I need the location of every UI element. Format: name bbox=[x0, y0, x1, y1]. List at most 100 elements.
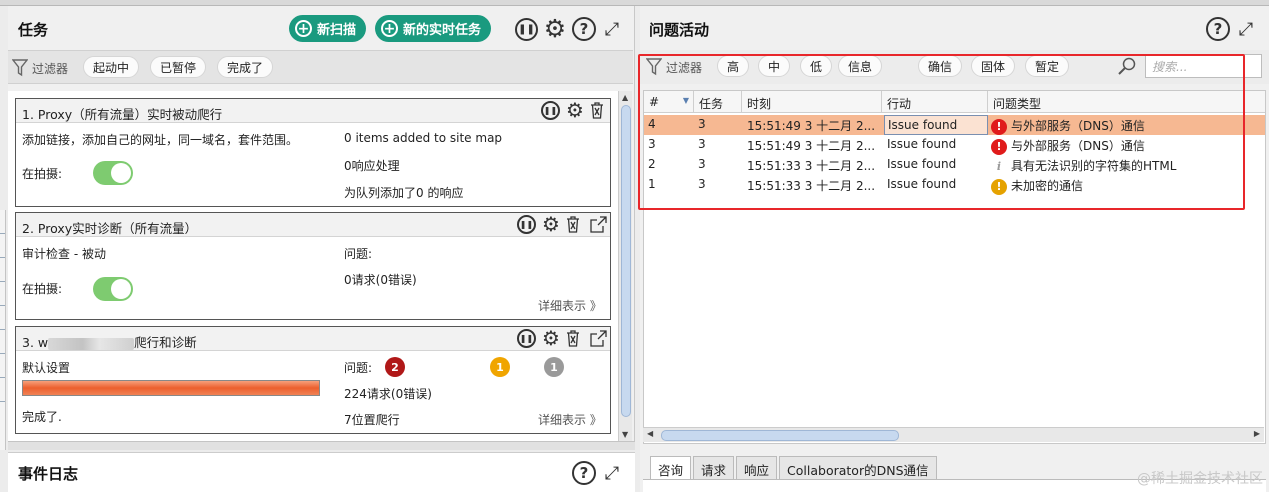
expand-icon[interactable]: ⤢ bbox=[600, 17, 624, 41]
task-list-scrollbar[interactable]: ▲ ▼ bbox=[618, 91, 632, 441]
task-stat: 为队列添加了0 的响应 bbox=[344, 186, 464, 200]
table-row[interactable]: 1 3 15:51:33 3 十二月 2... Issue found ! 未加密… bbox=[644, 175, 1265, 195]
plus-icon: + bbox=[295, 20, 312, 37]
trash-icon[interactable] bbox=[564, 214, 582, 234]
capture-toggle[interactable] bbox=[93, 277, 133, 301]
tab-advisory[interactable]: 咨询 bbox=[650, 456, 692, 480]
capture-toggle[interactable] bbox=[93, 161, 133, 185]
column-header-action[interactable]: 行动 bbox=[882, 91, 988, 113]
filter-high[interactable]: 高 bbox=[717, 55, 750, 77]
task-description: 默认设置 bbox=[22, 361, 71, 375]
help-icon[interactable]: ? bbox=[572, 17, 596, 41]
task-status: 完成了. bbox=[22, 410, 62, 424]
tab-response[interactable]: 响应 bbox=[736, 456, 778, 480]
show-details-link[interactable]: 详细表示 》 bbox=[538, 297, 602, 314]
high-issues-badge[interactable]: 2 bbox=[385, 357, 405, 377]
high-severity-icon: ! bbox=[991, 138, 1007, 155]
filter-paused[interactable]: 已暂停 bbox=[150, 56, 207, 78]
column-header-issue-type[interactable]: 问题类型 bbox=[988, 91, 1265, 113]
filter-firm[interactable]: 固体 bbox=[971, 55, 1016, 77]
capture-label: 在拍摄: bbox=[22, 282, 63, 296]
task-header: 1. Proxy（所有流量）实时被动爬行 ❚❚ ⚙ bbox=[16, 98, 610, 123]
new-scan-button[interactable]: + 新扫描 bbox=[289, 15, 367, 42]
open-details-icon[interactable] bbox=[588, 328, 608, 348]
column-header-time[interactable]: 时刻 bbox=[742, 91, 882, 113]
sort-desc-icon: ▼ bbox=[682, 96, 689, 105]
scroll-up-arrow[interactable]: ▲ bbox=[622, 93, 628, 102]
task-stat: 0 items added to site map bbox=[344, 131, 503, 145]
trash-icon[interactable] bbox=[588, 100, 606, 120]
filter-tentative[interactable]: 暂定 bbox=[1025, 55, 1070, 77]
filter-medium[interactable]: 中 bbox=[758, 55, 791, 77]
column-header-task[interactable]: 任务 bbox=[694, 91, 742, 113]
pause-all-icon[interactable]: ❚❚ bbox=[515, 18, 538, 41]
tab-request[interactable]: 请求 bbox=[693, 456, 735, 480]
gear-icon[interactable]: ⚙ bbox=[542, 14, 568, 43]
filter-certain[interactable]: 确信 bbox=[918, 55, 963, 77]
gear-icon[interactable]: ⚙ bbox=[564, 98, 586, 122]
expand-icon[interactable]: ⤢ bbox=[1234, 17, 1258, 41]
open-details-icon[interactable] bbox=[588, 214, 608, 234]
plus-icon: + bbox=[381, 20, 398, 37]
filter-label: 过滤器 bbox=[646, 58, 702, 76]
scroll-left-arrow[interactable]: ◀ bbox=[647, 429, 653, 438]
redacted-hostname bbox=[48, 337, 135, 350]
issue-table-hscrollbar[interactable]: ◀ ▶ bbox=[643, 427, 1264, 442]
funnel-icon bbox=[646, 58, 662, 76]
filter-low[interactable]: 低 bbox=[800, 55, 833, 77]
issue-detail-tabs: 咨询 请求 响应 Collaborator的DNS通信 bbox=[650, 456, 939, 480]
column-header-number[interactable]: # ▼ bbox=[644, 91, 694, 113]
task-description: 添加链接，添加自己的网址，同一域名，套件范围。 bbox=[22, 133, 299, 147]
low-issues-badge[interactable]: 1 bbox=[544, 357, 564, 377]
task-card-2: 2. Proxy实时诊断（所有流量） ❚❚ ⚙ 审计检查 - 被动 在拍摄: 问… bbox=[15, 212, 611, 320]
tasks-filter-bar: 过滤器 起动中 已暂停 完成了 bbox=[8, 50, 633, 84]
gear-icon[interactable]: ⚙ bbox=[540, 212, 562, 236]
trash-icon[interactable] bbox=[564, 328, 582, 348]
scrollbar-thumb[interactable] bbox=[661, 430, 899, 441]
issue-filter-bar: 过滤器 高 中 低 信息 确信 固体 暂定 搜索... bbox=[640, 50, 1269, 84]
scroll-down-arrow[interactable]: ▼ bbox=[622, 430, 628, 439]
new-live-task-button[interactable]: + 新的实时任务 bbox=[375, 15, 492, 42]
task-card-1: 1. Proxy（所有流量）实时被动爬行 ❚❚ ⚙ 添加链接，添加自己的网址，同… bbox=[15, 98, 611, 207]
pause-icon[interactable]: ❚❚ bbox=[517, 329, 536, 348]
pause-icon[interactable]: ❚❚ bbox=[517, 215, 536, 234]
new-scan-label: 新扫描 bbox=[317, 23, 357, 38]
new-live-task-label: 新的实时任务 bbox=[403, 23, 482, 38]
table-row[interactable]: 3 3 15:51:49 3 十二月 2... Issue found ! 与外部… bbox=[644, 135, 1265, 155]
info-severity-icon: i bbox=[996, 160, 1002, 173]
medium-issues-badge[interactable]: 1 bbox=[490, 357, 510, 377]
task-name: 1. Proxy（所有流量）实时被动爬行 bbox=[22, 107, 223, 122]
request-count: 224请求(0错误) bbox=[344, 387, 432, 401]
task-header: 3. w 爬行和诊断 ❚❚ ⚙ bbox=[16, 326, 610, 351]
show-details-link[interactable]: 详细表示 》 bbox=[538, 411, 602, 428]
filter-info[interactable]: 信息 bbox=[838, 55, 883, 77]
gear-icon[interactable]: ⚙ bbox=[540, 326, 562, 350]
tasks-title: 任务 bbox=[18, 21, 49, 39]
funnel-icon bbox=[12, 59, 28, 77]
issue-activity-panel: 问题活动 ? ⤢ 过滤器 高 中 低 信息 确信 固体 暂定 搜索... # ▼ … bbox=[640, 6, 1269, 492]
table-row[interactable]: 4 3 15:51:49 3 十二月 2... Issue found ! 与外部… bbox=[644, 115, 1265, 135]
table-row[interactable]: 2 3 15:51:33 3 十二月 2... Issue found i 具有无… bbox=[644, 155, 1265, 175]
help-icon[interactable]: ? bbox=[1206, 17, 1230, 41]
help-icon[interactable]: ? bbox=[572, 461, 596, 485]
medium-severity-icon: ! bbox=[991, 178, 1007, 195]
tab-collaborator-dns[interactable]: Collaborator的DNS通信 bbox=[779, 456, 937, 480]
task-card-3: 3. w 爬行和诊断 ❚❚ ⚙ 默认设置 完成了. 问题: 2 1 1 224请求… bbox=[15, 326, 611, 434]
search-icon[interactable] bbox=[1116, 55, 1138, 77]
filter-running[interactable]: 起动中 bbox=[83, 56, 140, 78]
event-log-title: 事件日志 bbox=[18, 465, 79, 483]
request-count: 0请求(0错误) bbox=[344, 273, 417, 287]
pause-icon[interactable]: ❚❚ bbox=[541, 101, 560, 120]
scroll-right-arrow[interactable]: ▶ bbox=[1254, 429, 1260, 438]
expand-icon[interactable]: ⤢ bbox=[600, 461, 624, 485]
search-input[interactable]: 搜索... bbox=[1145, 54, 1262, 78]
high-severity-icon: ! bbox=[991, 118, 1007, 135]
task-list: 1. Proxy（所有流量）实时被动爬行 ❚❚ ⚙ 添加链接，添加自己的网址，同… bbox=[8, 91, 620, 441]
filter-finished[interactable]: 完成了 bbox=[217, 56, 274, 78]
issue-activity-title: 问题活动 bbox=[649, 21, 710, 39]
issue-table: # ▼ 任务 时刻 行动 问题类型 4 3 15:51:49 3 十二月 2...… bbox=[643, 90, 1266, 444]
task-name: 3. w 爬行和诊断 bbox=[22, 335, 197, 350]
scrollbar-thumb[interactable] bbox=[621, 105, 631, 417]
panel-splitter[interactable] bbox=[8, 441, 635, 450]
issues-label: 问题: bbox=[344, 247, 373, 261]
